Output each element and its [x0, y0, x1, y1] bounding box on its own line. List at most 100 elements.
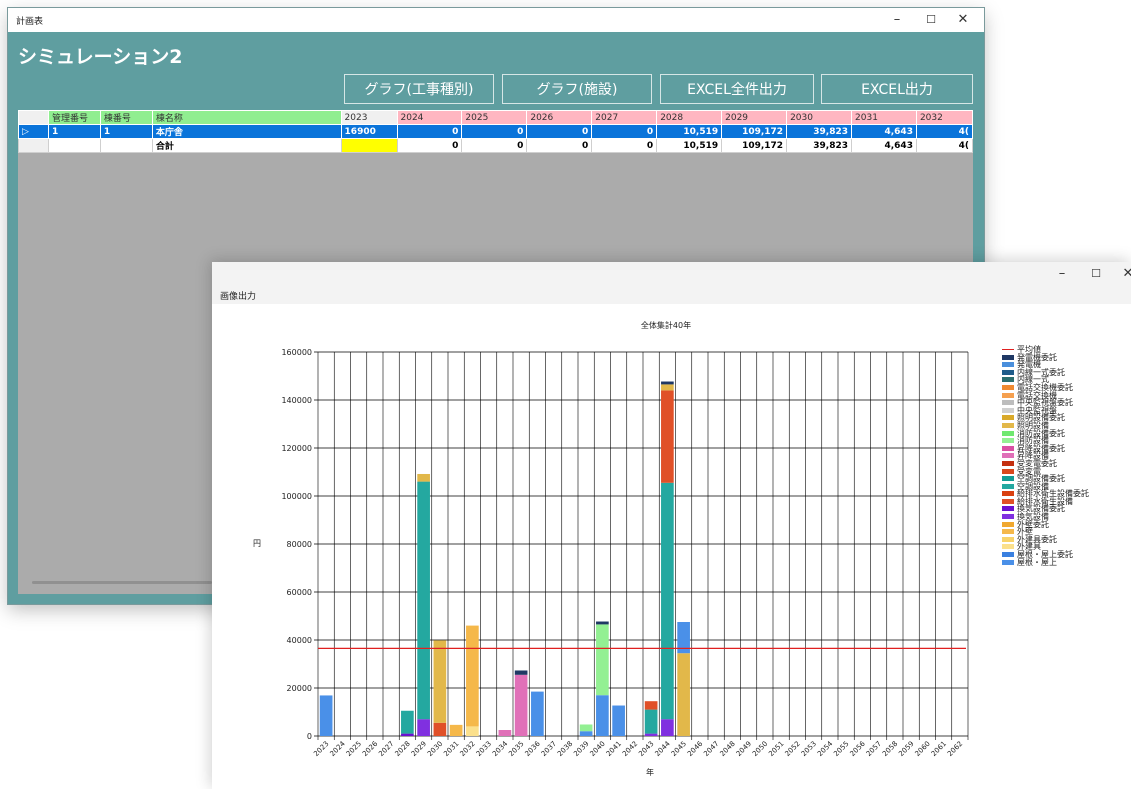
grid-cell[interactable]: 109,172 [721, 124, 788, 139]
grid-cell[interactable] [340, 138, 398, 153]
grid-cell[interactable]: 109,172 [721, 138, 788, 153]
excel-export-button[interactable]: EXCEL出力 [821, 74, 973, 104]
legend-swatch [1002, 491, 1014, 497]
grid-header-cell[interactable]: 棟番号 [99, 110, 153, 125]
bar-segment [644, 733, 658, 736]
chart-legend: 平均値 発電機委託 発電機 内線一式委託 内線一式 電話交換機委託 電話交換機 中央監視盤委託… [1002, 346, 1127, 566]
y-tick-label: 60000 [287, 588, 312, 597]
grid-header-cell[interactable]: 2024 [396, 110, 463, 125]
bar-segment [466, 625, 479, 727]
y-tick-label: 0 [307, 732, 312, 741]
grid-cell[interactable]: 10,519 [656, 138, 723, 153]
close-icon[interactable]: ✕ [1113, 265, 1131, 283]
grid-cell[interactable]: 本庁舎 [151, 124, 342, 139]
x-tick-label: 2036 [524, 739, 543, 758]
row-selector[interactable]: ▷ [18, 124, 49, 139]
grid-cell[interactable]: 4,643 [851, 138, 917, 153]
legend-swatch [1002, 521, 1014, 527]
title-bar: 計画表 – ☐ ✕ [8, 8, 984, 32]
grid-header-cell[interactable]: 2031 [851, 110, 917, 125]
chart-ticks: 0 20000 40000 60000 80000 100000 120000 140000 1… [281, 348, 964, 758]
grid-header-cell[interactable]: 2025 [461, 110, 528, 125]
grid-cell[interactable]: 4,643 [851, 124, 917, 139]
x-tick-label: 2039 [572, 740, 590, 758]
horizontal-scrollbar[interactable] [32, 581, 212, 584]
x-tick-label: 2051 [767, 740, 785, 758]
x-tick-label: 2031 [442, 740, 460, 758]
grid-cell[interactable]: 0 [396, 138, 463, 153]
minimize-icon[interactable]: – [1047, 265, 1077, 283]
grid-cell[interactable]: 16900 [340, 124, 398, 139]
bar-segment [433, 640, 447, 723]
menu-image-output[interactable]: 画像出力 [220, 289, 256, 302]
grid-header-cell[interactable]: 2026 [526, 110, 593, 125]
row-selector[interactable] [18, 138, 49, 153]
x-tick-label: 2047 [702, 740, 720, 758]
x-tick-label: 2059 [897, 740, 915, 758]
x-tick-label: 2061 [930, 740, 948, 758]
x-tick-label: 2033 [475, 740, 493, 758]
grid-cell[interactable]: 0 [461, 124, 528, 139]
grid-header-cell[interactable]: 2030 [786, 110, 853, 125]
x-tick-label: 2034 [491, 739, 510, 758]
excel-all-export-button[interactable]: EXCEL全件出力 [660, 74, 814, 104]
grid-header-cell[interactable]: 2028 [656, 110, 723, 125]
legend-swatch [1002, 430, 1014, 436]
graph-by-work-type-button[interactable]: グラフ(工事種別) [344, 74, 494, 104]
minimize-icon[interactable]: – [882, 11, 912, 29]
grid-cell[interactable]: 0 [591, 124, 658, 139]
grid-cell[interactable]: 10,519 [656, 124, 723, 139]
bar-segment [514, 674, 528, 736]
grid-cell[interactable]: 合計 [151, 138, 342, 153]
grid-cell[interactable]: 0 [461, 138, 528, 153]
x-tick-label: 2035 [507, 740, 525, 758]
grid-cell[interactable]: 1 [47, 124, 101, 139]
legend-swatch [1002, 453, 1014, 459]
grid-cell[interactable] [99, 138, 153, 153]
grid-cell[interactable]: 0 [526, 124, 593, 139]
grid-cell[interactable]: 0 [591, 138, 658, 153]
maximize-icon[interactable]: ☐ [1081, 265, 1111, 283]
grid-cell[interactable] [47, 138, 101, 153]
bar-segment [677, 653, 690, 736]
bar-segment [417, 481, 430, 720]
bar-segment [449, 724, 463, 736]
table-row[interactable]: ▷ 1 1 本庁舎 16900 0 0 0 0 10,519 109,172 3… [18, 124, 973, 139]
x-tick-label: 2048 [719, 740, 737, 758]
x-tick-label: 2058 [881, 740, 899, 758]
grid-cell[interactable]: 4( [915, 124, 973, 139]
grid-cell[interactable]: 1 [99, 124, 153, 139]
grid-header-cell[interactable]: 2029 [721, 110, 788, 125]
x-tick-label: 2037 [540, 740, 558, 758]
legend-swatch [1002, 415, 1014, 421]
graph-by-facility-button[interactable]: グラフ(施設) [502, 74, 652, 104]
maximize-icon[interactable]: ☐ [916, 11, 946, 29]
x-tick-label: 2041 [605, 740, 623, 758]
grid-cell[interactable]: 39,823 [786, 124, 853, 139]
bar-segment [579, 724, 593, 732]
grid-cell[interactable]: 39,823 [786, 138, 853, 153]
grid-header-cell[interactable]: 管理番号 [47, 110, 101, 125]
legend-swatch [1002, 483, 1014, 489]
bar-segment [644, 701, 658, 710]
bar-segment [514, 670, 528, 675]
grid-cell[interactable]: 0 [526, 138, 593, 153]
legend-swatch [1002, 468, 1014, 474]
y-tick-label: 160000 [281, 348, 312, 357]
x-tick-label: 2062 [946, 740, 964, 758]
total-row[interactable]: 合計 0 0 0 0 10,519 109,172 39,823 4,643 4… [18, 138, 973, 153]
x-tick-label: 2025 [345, 740, 363, 758]
x-tick-label: 2030 [426, 740, 444, 758]
grid-cell[interactable]: 0 [396, 124, 463, 139]
legend-swatch [1002, 362, 1014, 368]
grid-header-cell[interactable]: 2027 [591, 110, 658, 125]
grid-header-cell[interactable]: 2032 [915, 110, 973, 125]
x-tick-label: 2040 [589, 740, 607, 758]
legend-swatch [1002, 354, 1014, 360]
bar-segment [401, 733, 414, 736]
grid-cell[interactable]: 4( [915, 138, 973, 153]
x-tick-label: 2028 [394, 740, 412, 758]
grid-header-cell[interactable]: 棟名称 [151, 110, 342, 125]
grid-header-cell[interactable]: 2023 [340, 110, 398, 125]
close-icon[interactable]: ✕ [948, 11, 978, 29]
